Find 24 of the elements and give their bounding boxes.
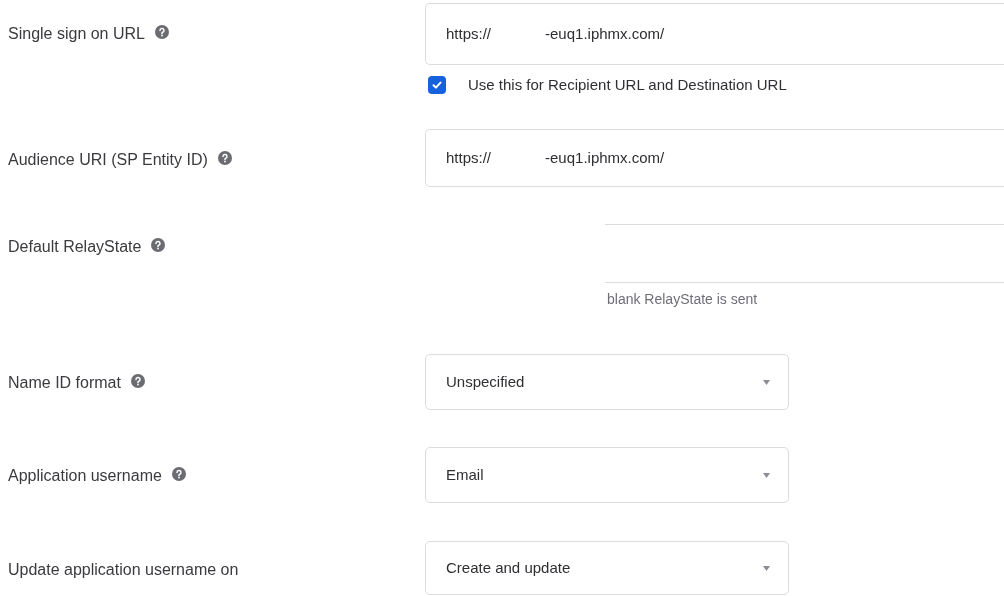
field-label: Audience URI (SP Entity ID) [8, 150, 208, 170]
help-icon[interactable] [171, 467, 186, 481]
input-field[interactable]: https:// -euq1.iphmx.com/ [425, 129, 1004, 187]
input-field[interactable] [605, 224, 1004, 283]
caret-icon [763, 379, 770, 385]
checkbox[interactable] [428, 76, 446, 94]
hint-text: blank RelayState is sent [607, 290, 759, 309]
select-dropdown[interactable]: Create and update [425, 541, 789, 595]
help-icon[interactable] [130, 374, 145, 388]
caret-icon [763, 565, 770, 571]
field-label: Single sign on URL [8, 24, 145, 44]
help-icon[interactable] [151, 238, 166, 252]
check-icon [431, 79, 443, 91]
field-label: Default RelayState [8, 237, 142, 257]
caret-icon [763, 472, 770, 478]
help-icon[interactable] [217, 151, 232, 165]
select-dropdown[interactable]: Unspecified [425, 354, 789, 410]
help-icon[interactable] [154, 25, 169, 39]
select-dropdown[interactable]: Email [425, 447, 789, 503]
field-label: Application username [8, 466, 162, 486]
checkbox-label: Use this for Recipient URL and Destination URL [468, 74, 787, 95]
input-field[interactable]: https:// -euq1.iphmx.com/ [425, 3, 1004, 65]
field-label: Name ID format [8, 373, 121, 393]
field-label: Update application username on [8, 560, 239, 580]
